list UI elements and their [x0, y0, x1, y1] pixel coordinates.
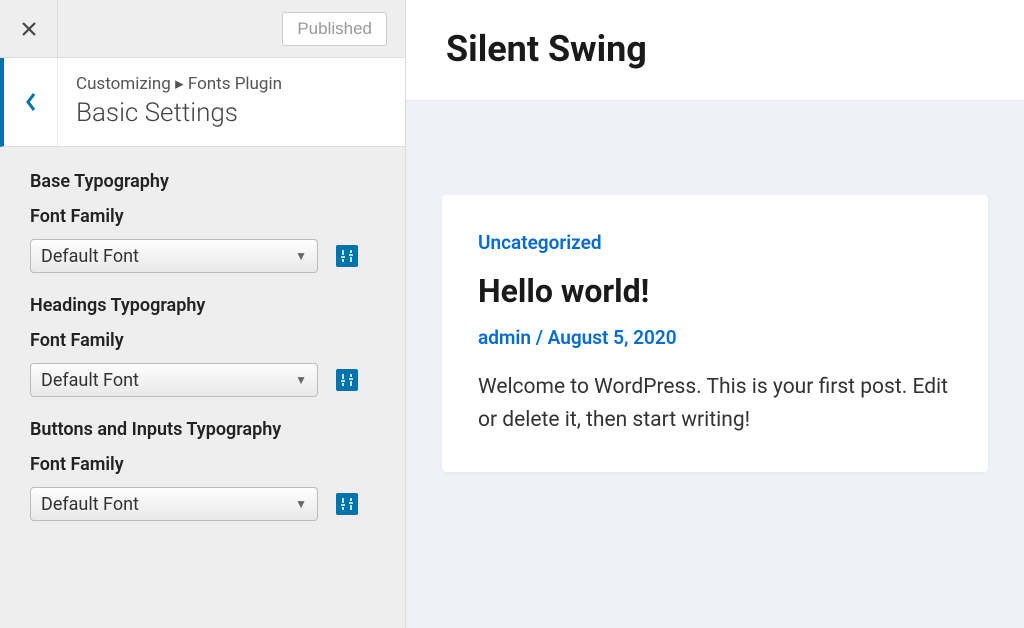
post-date: August 5, 2020	[548, 326, 677, 349]
breadcrumb-panel: Customizing ▸ Fonts Plugin Basic Setting…	[0, 58, 405, 147]
breadcrumb-separator: ▸	[175, 74, 184, 94]
post-excerpt: Welcome to WordPress. This is your first…	[478, 371, 952, 436]
font-family-select-headings[interactable]: Default Font ▼	[30, 363, 318, 397]
chevron-down-icon: ▼	[295, 497, 307, 511]
post-meta: admin / August 5, 2020	[478, 326, 952, 349]
sliders-icon	[340, 373, 354, 387]
post-category-link[interactable]: Uncategorized	[478, 231, 952, 254]
breadcrumb-path: Customizing ▸ Fonts Plugin	[76, 74, 387, 94]
breadcrumb-section: Fonts Plugin	[188, 74, 282, 94]
post-title-link[interactable]: Hello world!	[478, 272, 952, 310]
select-value: Default Font	[41, 370, 139, 391]
section-heading-buttons: Buttons and Inputs Typography	[30, 419, 375, 440]
font-family-select-buttons[interactable]: Default Font ▼	[30, 487, 318, 521]
customizer-sidebar: Published Customizing ▸ Fonts Plugin Bas…	[0, 0, 406, 628]
sliders-icon	[340, 497, 354, 511]
breadcrumb-text: Customizing ▸ Fonts Plugin Basic Setting…	[58, 58, 405, 146]
post-author-link[interactable]: admin	[478, 326, 531, 349]
select-row: Default Font ▼	[30, 487, 375, 521]
close-button[interactable]	[0, 0, 58, 58]
section-heading-headings: Headings Typography	[30, 295, 375, 316]
close-icon	[20, 20, 38, 38]
field-label-buttons-font-family: Font Family	[30, 454, 375, 475]
typography-options-button-base[interactable]	[336, 245, 358, 267]
chevron-left-icon	[24, 92, 38, 112]
section-heading-base: Base Typography	[30, 171, 375, 192]
select-row: Default Font ▼	[30, 363, 375, 397]
preview-body: Uncategorized Hello world! admin / Augus…	[406, 101, 1024, 506]
post-card: Uncategorized Hello world! admin / Augus…	[442, 195, 988, 472]
site-title[interactable]: Silent Swing	[446, 28, 984, 70]
site-header: Silent Swing	[406, 0, 1024, 101]
sidebar-topbar: Published	[0, 0, 405, 58]
select-value: Default Font	[41, 246, 139, 267]
chevron-down-icon: ▼	[295, 373, 307, 387]
publish-status-button[interactable]: Published	[282, 12, 387, 46]
field-label-base-font-family: Font Family	[30, 206, 375, 227]
sliders-icon	[340, 249, 354, 263]
field-label-headings-font-family: Font Family	[30, 330, 375, 351]
chevron-down-icon: ▼	[295, 249, 307, 263]
breadcrumb-prefix: Customizing	[76, 74, 171, 94]
typography-options-button-headings[interactable]	[336, 369, 358, 391]
meta-separator: /	[531, 326, 548, 349]
live-preview: Silent Swing Uncategorized Hello world! …	[406, 0, 1024, 628]
panel-title: Basic Settings	[76, 98, 387, 128]
select-value: Default Font	[41, 494, 139, 515]
typography-options-button-buttons[interactable]	[336, 493, 358, 515]
back-button[interactable]	[4, 58, 58, 146]
settings-sections: Base Typography Font Family Default Font…	[0, 147, 405, 561]
font-family-select-base[interactable]: Default Font ▼	[30, 239, 318, 273]
select-row: Default Font ▼	[30, 239, 375, 273]
